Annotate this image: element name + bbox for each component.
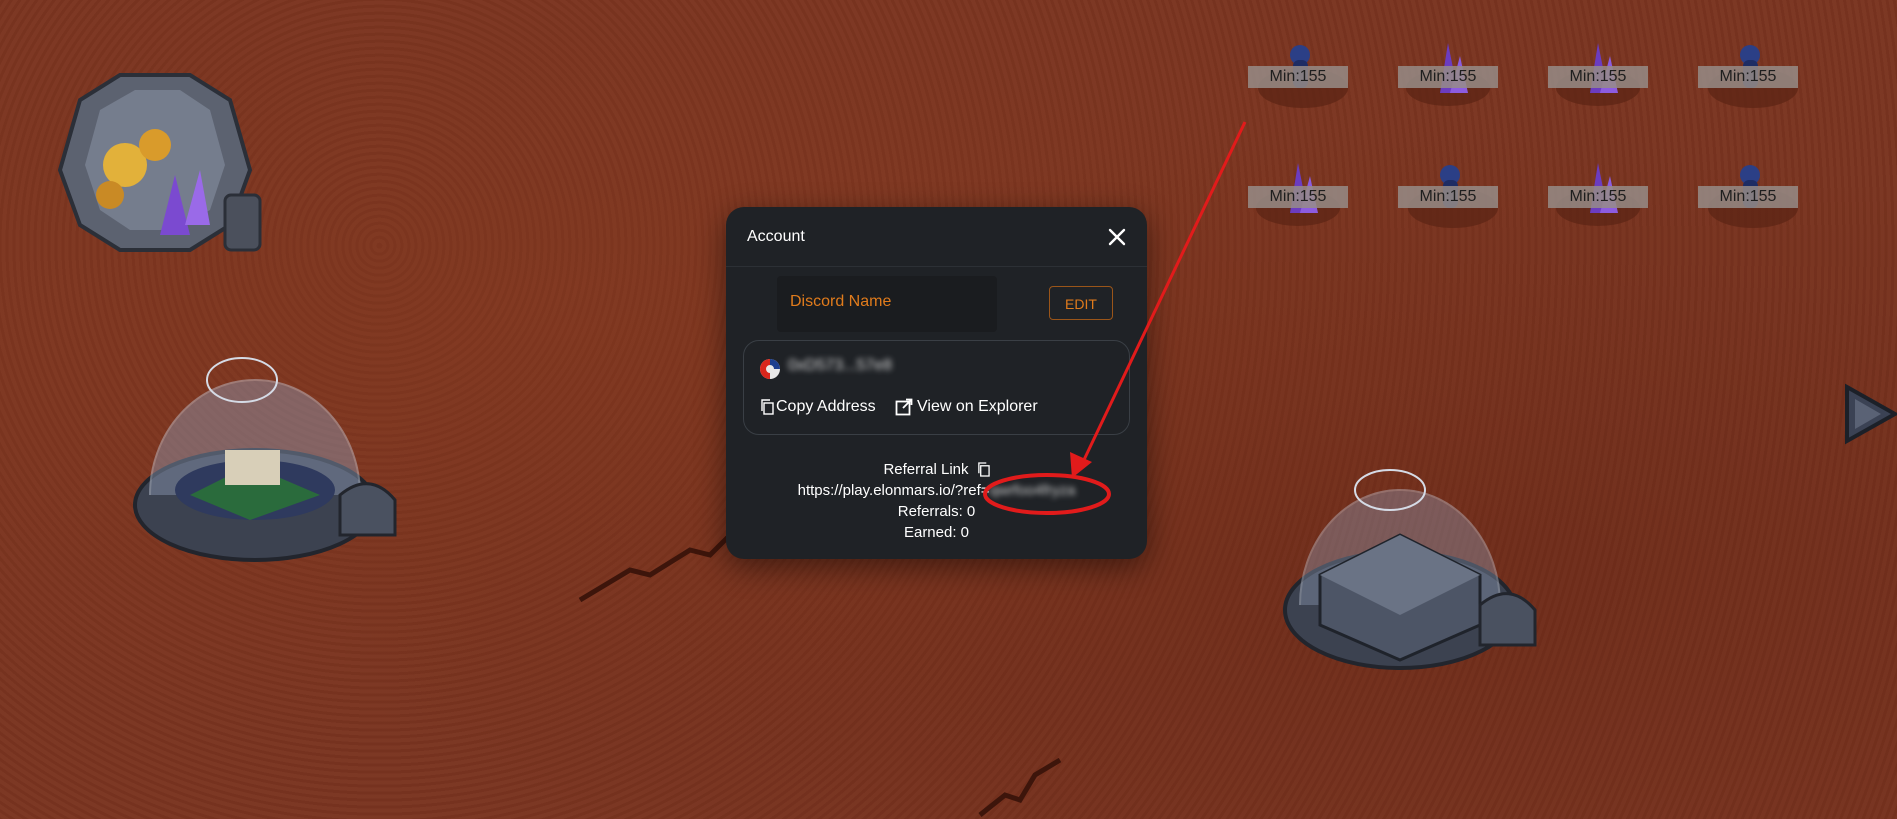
referral-code: qwrfoo4fryza xyxy=(989,482,1076,499)
referral-url: https://play.elonmars.io/?ref= xyxy=(797,482,990,499)
map-next-arrow-icon[interactable] xyxy=(1843,383,1897,445)
referral-link[interactable]: https://play.elonmars.io/?ref= qwrfoo4fry… xyxy=(726,480,1147,501)
resource-deposit[interactable]: Min:155 xyxy=(1548,38,1668,128)
wallet-card: 0xD573...57e8 Copy Address View on Explo… xyxy=(743,340,1130,435)
modal-title: Account xyxy=(747,228,805,245)
min-value-label: Min:155 xyxy=(1548,66,1648,88)
factory-dome-building[interactable] xyxy=(1280,465,1540,680)
min-value-label: Min:155 xyxy=(1398,66,1498,88)
min-value-label: Min:155 xyxy=(1698,186,1798,208)
account-modal: Account Discord Name EDIT 0xD573...57e8 … xyxy=(726,207,1147,559)
view-on-explorer-link[interactable]: View on Explorer xyxy=(895,398,1038,416)
referrals-count: Referrals: 0 xyxy=(897,503,976,520)
discord-name-field[interactable]: Discord Name xyxy=(777,276,997,332)
crystal-greenhouse-building[interactable] xyxy=(40,65,270,275)
copy-address-button[interactable]: Copy Address xyxy=(760,398,876,416)
copy-icon xyxy=(761,399,774,415)
min-value-label: Min:155 xyxy=(1248,66,1348,88)
view-on-explorer-label: View on Explorer xyxy=(917,398,1038,415)
resource-deposit[interactable]: Min:155 xyxy=(1248,38,1368,128)
referral-section: Referral Link https://play.elonmars.io/?… xyxy=(726,459,1147,543)
min-value-label: Min:155 xyxy=(1548,186,1648,208)
resource-deposit[interactable]: Min:155 xyxy=(1248,158,1368,248)
min-value-label: Min:155 xyxy=(1698,66,1798,88)
min-value-label: Min:155 xyxy=(1248,186,1348,208)
wallet-logo-icon xyxy=(760,359,780,379)
referral-title: Referral Link xyxy=(883,461,969,478)
resource-deposit[interactable]: Min:155 xyxy=(1548,158,1668,248)
copy-referral-icon[interactable] xyxy=(977,462,990,477)
min-value-label: Min:155 xyxy=(1398,186,1498,208)
habitat-dome-building[interactable] xyxy=(130,355,400,575)
resource-deposit[interactable]: Min:155 xyxy=(1698,38,1818,128)
wallet-address: 0xD573...57e8 xyxy=(788,357,893,374)
edit-button[interactable]: EDIT xyxy=(1049,286,1113,320)
external-link-icon xyxy=(895,398,913,416)
resource-deposit[interactable]: Min:155 xyxy=(1698,158,1818,248)
earned-amount: Earned: 0 xyxy=(903,524,970,541)
resource-deposit[interactable]: Min:155 xyxy=(1398,38,1518,128)
modal-header: Account xyxy=(726,207,1147,267)
discord-name-placeholder: Discord Name xyxy=(790,293,892,310)
copy-address-label: Copy Address xyxy=(776,398,876,415)
resource-deposit[interactable]: Min:155 xyxy=(1398,158,1518,248)
ground-crack xyxy=(978,757,1062,817)
close-icon[interactable] xyxy=(1107,227,1127,247)
